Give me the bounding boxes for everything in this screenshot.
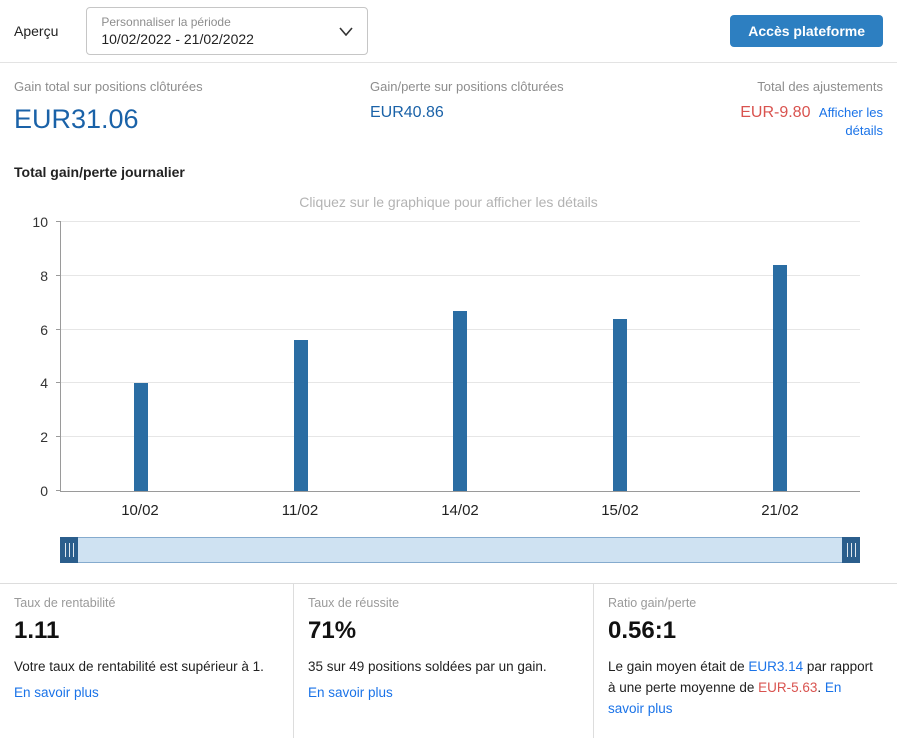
average-gain-amount: EUR3.14 bbox=[748, 659, 804, 674]
learn-more-link[interactable]: En savoir plus bbox=[14, 685, 99, 700]
learn-more-link[interactable]: En savoir plus bbox=[308, 685, 393, 700]
summary-total-gain-value: EUR31.06 bbox=[14, 104, 139, 134]
x-axis-label-21/02: 21/02 bbox=[761, 502, 799, 519]
period-selector-text: Personnaliser la période 10/02/2022 - 21… bbox=[101, 15, 254, 47]
card-win-rate-label: Taux de réussite bbox=[308, 596, 400, 610]
x-axis-label-10/02: 10/02 bbox=[121, 502, 159, 519]
range-slider[interactable] bbox=[60, 537, 860, 563]
x-axis-label-15/02: 15/02 bbox=[601, 502, 639, 519]
chart-hint: Cliquez sur le graphique pour afficher l… bbox=[299, 194, 598, 210]
show-details-link[interactable]: Afficher les détails bbox=[819, 105, 883, 138]
card-gain-loss-ratio-label: Ratio gain/perte bbox=[608, 596, 697, 610]
card-profit-factor: Taux de rentabilité 1.11 Votre taux de r… bbox=[0, 584, 293, 738]
summary-row: Gain total sur positions clôturées EUR31… bbox=[0, 63, 897, 150]
bar-10/02[interactable] bbox=[133, 383, 148, 491]
chart-title: Total gain/perte journalier bbox=[14, 164, 185, 180]
bar-11/02[interactable] bbox=[293, 340, 308, 491]
x-axis-label-11/02: 11/02 bbox=[281, 502, 319, 519]
period-selector-value: 10/02/2022 - 21/02/2022 bbox=[101, 31, 254, 47]
stats-cards: Taux de rentabilité 1.11 Votre taux de r… bbox=[0, 583, 897, 738]
summary-gain-loss-label: Gain/perte sur positions clôturées bbox=[370, 79, 564, 94]
summary-adjustments-value: EUR-9.80 bbox=[740, 104, 811, 121]
summary-adjustments-label: Total des ajustements bbox=[757, 79, 883, 94]
card-win-rate-desc: 35 sur 49 positions soldées par un gain. bbox=[308, 659, 547, 674]
card-gain-loss-ratio-desc: Le gain moyen était de EUR3.14 par rappo… bbox=[608, 657, 881, 720]
card-gain-loss-ratio: Ratio gain/perte 0.56:1 Le gain moyen ét… bbox=[593, 584, 897, 738]
bar-slot-11/02[interactable] bbox=[221, 222, 381, 491]
summary-total-gain: Gain total sur positions clôturées EUR31… bbox=[14, 79, 370, 140]
bar-slot-21/02[interactable] bbox=[700, 222, 860, 491]
bar-21/02[interactable] bbox=[773, 265, 788, 491]
chevron-down-icon bbox=[339, 26, 353, 36]
bar-slot-14/02[interactable] bbox=[381, 222, 541, 491]
overview-label: Aperçu bbox=[14, 23, 59, 39]
bar-slot-10/02[interactable] bbox=[61, 222, 221, 491]
bar-slot-15/02[interactable] bbox=[540, 222, 700, 491]
y-axis-tick-label: 6 bbox=[40, 321, 48, 338]
y-axis-tick-label: 8 bbox=[40, 267, 48, 284]
slider-right-handle[interactable] bbox=[842, 537, 860, 563]
summary-adjustments: Total des ajustements EUR-9.80 Afficher … bbox=[730, 79, 883, 140]
y-axis-tick-label: 10 bbox=[32, 214, 48, 230]
y-axis-tick-label: 2 bbox=[40, 429, 48, 446]
card-win-rate-value: 71% bbox=[308, 617, 357, 644]
summary-gain-loss-value: EUR40.86 bbox=[370, 104, 444, 121]
period-selector[interactable]: Personnaliser la période 10/02/2022 - 21… bbox=[86, 7, 369, 55]
average-loss-amount: EUR-5.63 bbox=[758, 679, 818, 695]
card-win-rate: Taux de réussite 71% 35 sur 49 positions… bbox=[293, 584, 593, 738]
y-axis-tick-label: 0 bbox=[40, 483, 48, 499]
desc-text: . bbox=[817, 679, 825, 695]
bar-15/02[interactable] bbox=[613, 318, 628, 491]
summary-total-gain-label: Gain total sur positions clôturées bbox=[14, 79, 203, 94]
slider-left-handle[interactable] bbox=[60, 537, 78, 563]
bar-14/02[interactable] bbox=[453, 310, 468, 491]
desc-text: Le gain moyen était de bbox=[608, 659, 749, 674]
card-gain-loss-ratio-value: 0.56:1 bbox=[608, 617, 677, 644]
card-profit-factor-label: Taux de rentabilité bbox=[14, 596, 116, 610]
y-axis-tick-label: 4 bbox=[40, 375, 48, 392]
header-bar: Aperçu Personnaliser la période 10/02/20… bbox=[0, 0, 897, 62]
card-profit-factor-desc: Votre taux de rentabilité est supérieur … bbox=[14, 659, 264, 674]
summary-gain-loss: Gain/perte sur positions clôturées EUR40… bbox=[370, 79, 730, 140]
period-selector-label: Personnaliser la période bbox=[101, 15, 231, 29]
card-profit-factor-value: 1.11 bbox=[14, 617, 60, 644]
bar-chart[interactable]: 0 2 4 6 8 10 bbox=[32, 214, 860, 499]
x-axis-label-14/02: 14/02 bbox=[441, 502, 479, 519]
x-axis-labels: 10/02 11/02 14/02 15/02 21/02 bbox=[60, 502, 860, 519]
platform-access-button[interactable]: Accès plateforme bbox=[730, 15, 883, 47]
